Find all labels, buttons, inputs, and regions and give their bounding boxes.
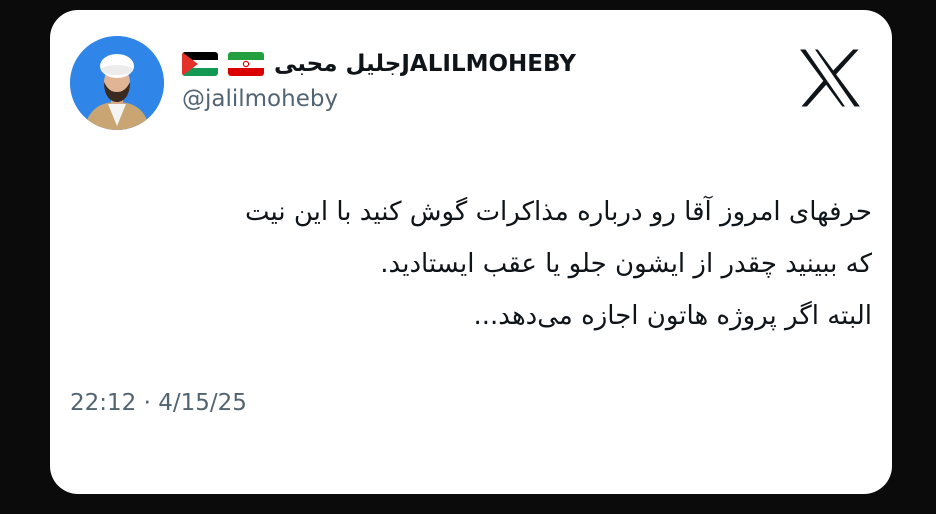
- tweet-text-line: البته اگر پروژه هاتون اجازه می‌دهد...: [473, 301, 872, 331]
- avatar-image: [70, 36, 164, 130]
- user-handle[interactable]: @jalilmoheby: [182, 86, 576, 112]
- tweet-card: جلیل محبیJALILMOHEBY @jalilmoheby حرفهای…: [50, 10, 892, 494]
- tweet-text-line: حرفهای امروز آقا رو درباره مذاکرات گوش ک…: [244, 197, 872, 227]
- x-logo-icon[interactable]: [796, 44, 864, 112]
- tweet-date: 4/15/25: [158, 390, 247, 416]
- timestamp-separator: ·: [143, 390, 151, 416]
- tweet-timestamp[interactable]: 22:12 · 4/15/25: [70, 390, 247, 416]
- iran-flag-icon: [228, 52, 264, 76]
- tweet-time: 22:12: [70, 390, 137, 416]
- avatar[interactable]: [70, 36, 164, 130]
- tweet-text-line: که ببینید چقدر از ایشون جلو یا عقب ایستا…: [380, 249, 872, 279]
- tweet-text: حرفهای امروز آقا رو درباره مذاکرات گوش ک…: [72, 186, 872, 342]
- palestine-flag-icon: [182, 52, 218, 76]
- display-name[interactable]: جلیل محبیJALILMOHEBY: [274, 51, 576, 77]
- tweet-header: جلیل محبیJALILMOHEBY @jalilmoheby: [182, 44, 576, 112]
- name-row: جلیل محبیJALILMOHEBY: [182, 44, 576, 84]
